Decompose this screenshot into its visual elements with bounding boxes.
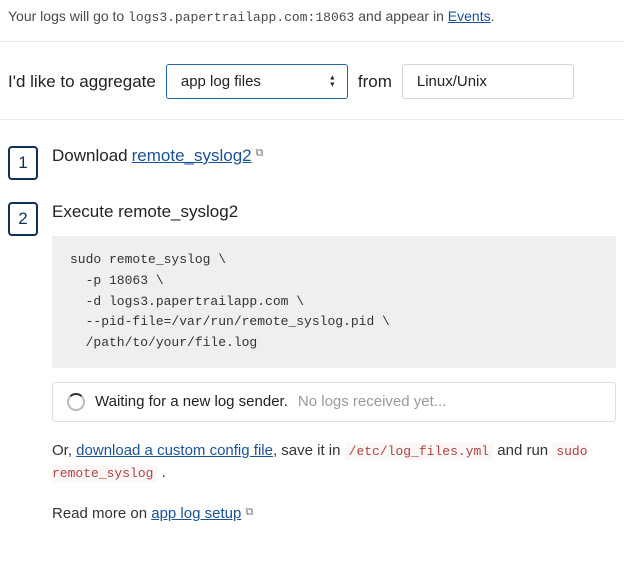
step-2-number: 2 [8,202,38,236]
intro-suffix: . [491,8,495,24]
intro-prefix: Your logs will go to [8,8,128,24]
readmore-pre: Read more on [52,505,151,522]
intro-line: Your logs will go to logs3.papertrailapp… [0,8,624,42]
step-2: 2 Execute remote_syslog2 sudo remote_sys… [0,202,624,547]
log-host: logs3.papertrailapp.com:18063 [128,10,354,25]
remote-syslog2-link[interactable]: remote_syslog2 [132,146,252,166]
alt-paragraph: Or, download a custom config file, save … [52,440,616,485]
aggregate-label-pre: I'd like to aggregate [8,72,156,92]
source-select-value: app log files [181,73,261,90]
alt-pre: Or, [52,442,76,459]
page-root: Your logs will go to logs3.papertrailapp… [0,0,624,563]
spinner-icon [67,393,85,411]
aggregate-label-mid: from [358,72,392,92]
intro-middle: and appear in [358,8,448,24]
step-2-title: Execute remote_syslog2 [52,202,616,222]
os-select-wrap: Linux/Unix [402,64,574,99]
step-1-title: Download remote_syslog2 ⧉ [52,146,616,166]
step-1-title-pre: Download [52,146,128,166]
step-2-title-text: Execute remote_syslog2 [52,202,238,222]
status-secondary: No logs received yet... [298,393,446,410]
source-select[interactable]: app log files [166,64,348,99]
step-1-number: 1 [8,146,38,180]
source-select-wrap: app log files ▲▼ [166,64,348,99]
step-1: 1 Download remote_syslog2 ⧉ [0,146,624,202]
status-primary: Waiting for a new log sender. [95,393,288,410]
external-link-icon: ⧉ [245,506,253,518]
app-log-setup-link[interactable]: app log setup [151,505,241,522]
os-select-value: Linux/Unix [417,73,487,90]
step-1-body: Download remote_syslog2 ⧉ [52,146,616,166]
alt-end: . [157,464,165,481]
custom-config-link[interactable]: download a custom config file [76,442,273,459]
aggregate-controls: I'd like to aggregate app log files ▲▼ f… [0,42,624,120]
alt-post: and run [493,442,552,459]
step-2-body: Execute remote_syslog2 sudo remote_syslo… [52,202,616,525]
external-link-icon: ⧉ [256,147,264,160]
alt-mid: , save it in [273,442,345,459]
status-box: Waiting for a new log sender. No logs re… [52,382,616,422]
os-select[interactable]: Linux/Unix [402,64,574,99]
command-code-block[interactable]: sudo remote_syslog \ -p 18063 \ -d logs3… [52,236,616,368]
config-path: /etc/log_files.yml [345,443,493,460]
readmore-paragraph: Read more on app log setup ⧉ [52,503,616,526]
events-link[interactable]: Events [448,8,491,24]
